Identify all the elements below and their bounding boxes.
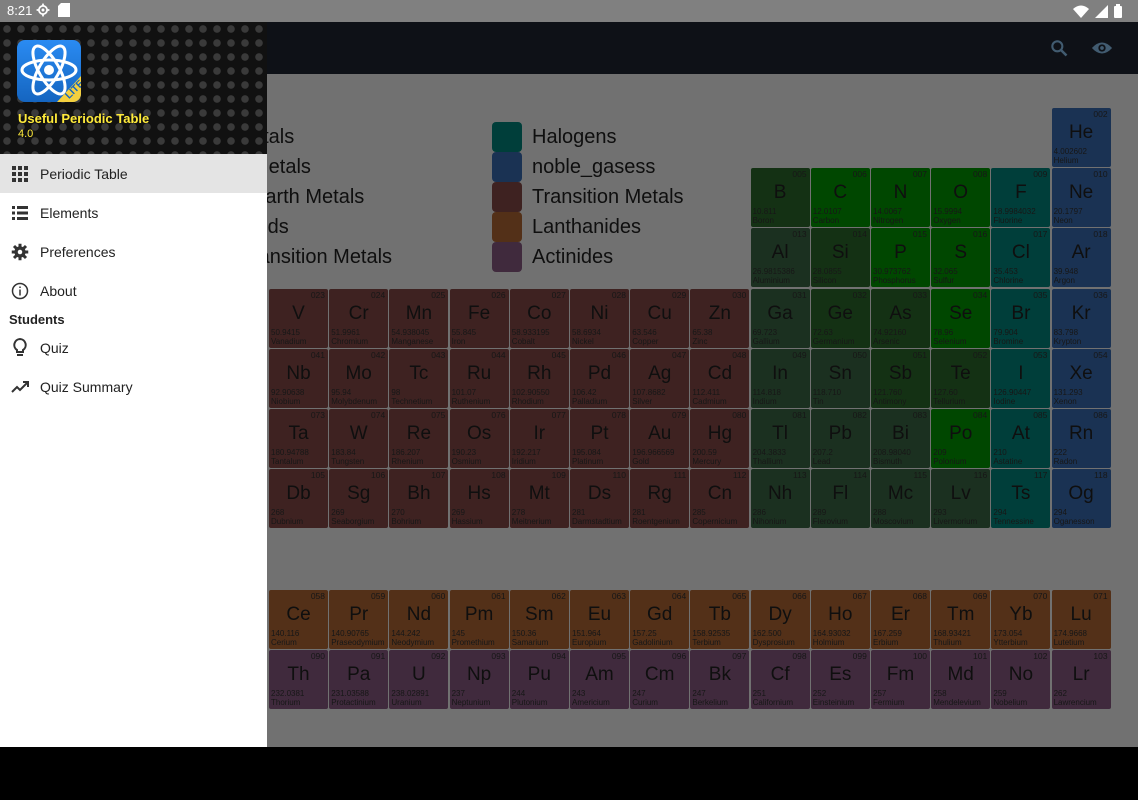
nav-item-label: Preferences [40,243,116,260]
drawer-header: LITE Useful Periodic Table 4.0 [0,22,267,154]
nav-item-label: Periodic Table [40,165,128,182]
app-name: Useful Periodic Table [18,111,150,126]
list-icon [10,203,30,223]
nav-quiz[interactable]: Quiz [0,328,267,367]
nav-item-label: About [40,282,77,299]
nav-item-label: Elements [40,204,99,221]
trending-icon [10,377,30,397]
nav-elements[interactable]: Elements [0,193,267,232]
navigation-drawer: LITE Useful Periodic Table 4.0 Periodic … [0,22,267,747]
nav-quiz-summary[interactable]: Quiz Summary [0,367,267,406]
signal-icon [1095,4,1108,21]
battery-icon [1114,4,1122,21]
section-label-students: Students [9,312,65,327]
info-icon [10,281,30,301]
wifi-icon [1073,5,1089,21]
status-time: 8:21 [7,3,33,18]
nav-periodic-table[interactable]: Periodic Table [0,154,267,193]
system-nav-bar [0,747,1138,800]
sd-card-icon [58,3,70,20]
lightbulb-icon [10,337,30,358]
status-bar: 8:21 [0,0,1138,22]
nav-preferences[interactable]: Preferences [0,232,267,271]
app-version: 4.0 [18,128,34,140]
nav-item-label: Quiz Summary [40,378,133,395]
app-window: etalsMetalsEarth Metalsoidsransition Met… [0,22,1138,747]
nav-item-label: Quiz [40,339,69,356]
nav-about[interactable]: About [0,271,267,310]
gear-icon [10,242,30,262]
settings-icon [36,3,50,20]
grid-icon [10,164,30,184]
app-logo: LITE [17,40,81,102]
